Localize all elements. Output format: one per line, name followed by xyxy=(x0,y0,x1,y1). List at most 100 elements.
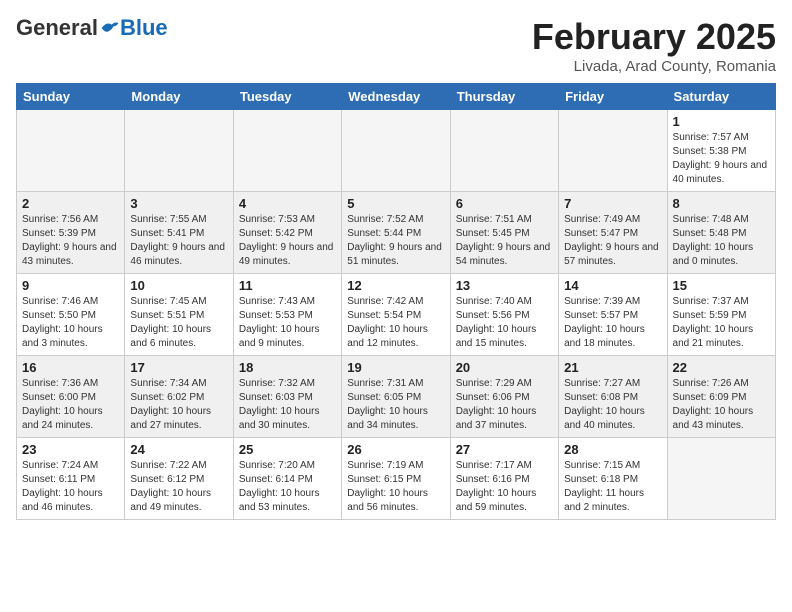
calendar-cell: 13 Sunrise: 7:40 AM Sunset: 5:56 PM Dayli… xyxy=(450,274,558,356)
calendar-cell: 6 Sunrise: 7:51 AM Sunset: 5:45 PM Daylig… xyxy=(450,192,558,274)
calendar-cell: 9 Sunrise: 7:46 AM Sunset: 5:50 PM Daylig… xyxy=(17,274,125,356)
day-info: Sunrise: 7:52 AM Sunset: 5:44 PM Dayligh… xyxy=(347,213,444,269)
day-number: 16 xyxy=(22,360,119,375)
calendar-cell: 23 Sunrise: 7:24 AM Sunset: 6:11 PM Dayli… xyxy=(17,438,125,520)
calendar-week-row: 9 Sunrise: 7:46 AM Sunset: 5:50 PM Daylig… xyxy=(17,274,776,356)
logo-blue-text: Blue xyxy=(120,16,168,40)
day-info: Sunrise: 7:53 AM Sunset: 5:42 PM Dayligh… xyxy=(239,213,336,269)
calendar-cell: 21 Sunrise: 7:27 AM Sunset: 6:08 PM Dayli… xyxy=(559,356,667,438)
title-block: February 2025 Livada, Arad County, Roman… xyxy=(532,16,776,75)
day-info: Sunrise: 7:29 AM Sunset: 6:06 PM Dayligh… xyxy=(456,377,553,433)
calendar-week-row: 23 Sunrise: 7:24 AM Sunset: 6:11 PM Dayli… xyxy=(17,438,776,520)
calendar-cell: 22 Sunrise: 7:26 AM Sunset: 6:09 PM Dayli… xyxy=(667,356,775,438)
day-info: Sunrise: 7:40 AM Sunset: 5:56 PM Dayligh… xyxy=(456,295,553,351)
day-info: Sunrise: 7:26 AM Sunset: 6:09 PM Dayligh… xyxy=(673,377,770,433)
day-number: 3 xyxy=(130,196,227,211)
calendar-cell xyxy=(17,110,125,192)
day-number: 21 xyxy=(564,360,661,375)
calendar-cell: 24 Sunrise: 7:22 AM Sunset: 6:12 PM Dayli… xyxy=(125,438,233,520)
day-number: 17 xyxy=(130,360,227,375)
day-info: Sunrise: 7:56 AM Sunset: 5:39 PM Dayligh… xyxy=(22,213,119,269)
day-number: 1 xyxy=(673,114,770,129)
weekday-header-thursday: Thursday xyxy=(450,84,558,110)
calendar-cell: 10Sunrise: 7:45 AM Sunset: 5:51 PM Dayli… xyxy=(125,274,233,356)
day-number: 9 xyxy=(22,278,119,293)
calendar-week-row: 1 Sunrise: 7:57 AM Sunset: 5:38 PM Daylig… xyxy=(17,110,776,192)
day-info: Sunrise: 7:49 AM Sunset: 5:47 PM Dayligh… xyxy=(564,213,661,269)
day-number: 6 xyxy=(456,196,553,211)
calendar-cell: 5Sunrise: 7:52 AM Sunset: 5:44 PM Daylig… xyxy=(342,192,450,274)
day-info: Sunrise: 7:32 AM Sunset: 6:03 PM Dayligh… xyxy=(239,377,336,433)
calendar-cell: 11 Sunrise: 7:43 AM Sunset: 5:53 PM Dayli… xyxy=(233,274,341,356)
page-header: General Blue February 2025 Livada, Arad … xyxy=(16,16,776,75)
calendar-cell: 2 Sunrise: 7:56 AM Sunset: 5:39 PM Daylig… xyxy=(17,192,125,274)
day-number: 4 xyxy=(239,196,336,211)
calendar-cell xyxy=(559,110,667,192)
location-subtitle: Livada, Arad County, Romania xyxy=(532,58,776,75)
calendar-cell: 25 Sunrise: 7:20 AM Sunset: 6:14 PM Dayli… xyxy=(233,438,341,520)
day-number: 2 xyxy=(22,196,119,211)
weekday-header-friday: Friday xyxy=(559,84,667,110)
calendar-cell: 28 Sunrise: 7:15 AM Sunset: 6:18 PM Dayli… xyxy=(559,438,667,520)
day-info: Sunrise: 7:24 AM Sunset: 6:11 PM Dayligh… xyxy=(22,459,119,515)
day-number: 25 xyxy=(239,442,336,457)
calendar-cell xyxy=(233,110,341,192)
day-info: Sunrise: 7:57 AM Sunset: 5:38 PM Dayligh… xyxy=(673,131,770,187)
day-number: 14 xyxy=(564,278,661,293)
day-info: Sunrise: 7:43 AM Sunset: 5:53 PM Dayligh… xyxy=(239,295,336,351)
calendar-cell: 27Sunrise: 7:17 AM Sunset: 6:16 PM Dayli… xyxy=(450,438,558,520)
day-info: Sunrise: 7:34 AM Sunset: 6:02 PM Dayligh… xyxy=(130,377,227,433)
day-info: Sunrise: 7:15 AM Sunset: 6:18 PM Dayligh… xyxy=(564,459,661,515)
day-info: Sunrise: 7:39 AM Sunset: 5:57 PM Dayligh… xyxy=(564,295,661,351)
day-number: 7 xyxy=(564,196,661,211)
logo-bird-icon xyxy=(100,19,120,37)
day-number: 18 xyxy=(239,360,336,375)
day-number: 28 xyxy=(564,442,661,457)
calendar-table: SundayMondayTuesdayWednesdayThursdayFrid… xyxy=(16,83,776,520)
calendar-cell xyxy=(667,438,775,520)
weekday-header-tuesday: Tuesday xyxy=(233,84,341,110)
calendar-cell: 1 Sunrise: 7:57 AM Sunset: 5:38 PM Daylig… xyxy=(667,110,775,192)
day-number: 20 xyxy=(456,360,553,375)
day-info: Sunrise: 7:45 AM Sunset: 5:51 PM Dayligh… xyxy=(130,295,227,351)
day-info: Sunrise: 7:42 AM Sunset: 5:54 PM Dayligh… xyxy=(347,295,444,351)
calendar-cell xyxy=(125,110,233,192)
day-number: 22 xyxy=(673,360,770,375)
day-info: Sunrise: 7:46 AM Sunset: 5:50 PM Dayligh… xyxy=(22,295,119,351)
weekday-header-monday: Monday xyxy=(125,84,233,110)
day-info: Sunrise: 7:55 AM Sunset: 5:41 PM Dayligh… xyxy=(130,213,227,269)
day-number: 11 xyxy=(239,278,336,293)
calendar-cell: 17 Sunrise: 7:34 AM Sunset: 6:02 PM Dayli… xyxy=(125,356,233,438)
weekday-header-row: SundayMondayTuesdayWednesdayThursdayFrid… xyxy=(17,84,776,110)
calendar-cell xyxy=(450,110,558,192)
day-info: Sunrise: 7:31 AM Sunset: 6:05 PM Dayligh… xyxy=(347,377,444,433)
calendar-cell: 12 Sunrise: 7:42 AM Sunset: 5:54 PM Dayli… xyxy=(342,274,450,356)
calendar-cell: 20 Sunrise: 7:29 AM Sunset: 6:06 PM Dayli… xyxy=(450,356,558,438)
calendar-cell xyxy=(342,110,450,192)
calendar-cell: 15Sunrise: 7:37 AM Sunset: 5:59 PM Dayli… xyxy=(667,274,775,356)
day-number: 13 xyxy=(456,278,553,293)
month-title: February 2025 xyxy=(532,16,776,58)
logo-general-text: General xyxy=(16,16,98,40)
calendar-cell: 14 Sunrise: 7:39 AM Sunset: 5:57 PM Dayli… xyxy=(559,274,667,356)
day-info: Sunrise: 7:17 AM Sunset: 6:16 PM Dayligh… xyxy=(456,459,553,515)
day-info: Sunrise: 7:51 AM Sunset: 5:45 PM Dayligh… xyxy=(456,213,553,269)
day-info: Sunrise: 7:20 AM Sunset: 6:14 PM Dayligh… xyxy=(239,459,336,515)
day-number: 15 xyxy=(673,278,770,293)
logo: General Blue xyxy=(16,16,168,40)
day-info: Sunrise: 7:22 AM Sunset: 6:12 PM Dayligh… xyxy=(130,459,227,515)
weekday-header-saturday: Saturday xyxy=(667,84,775,110)
calendar-cell: 16Sunrise: 7:36 AM Sunset: 6:00 PM Dayli… xyxy=(17,356,125,438)
calendar-cell: 7 Sunrise: 7:49 AM Sunset: 5:47 PM Daylig… xyxy=(559,192,667,274)
calendar-cell: 4 Sunrise: 7:53 AM Sunset: 5:42 PM Daylig… xyxy=(233,192,341,274)
day-number: 19 xyxy=(347,360,444,375)
calendar-cell: 3 Sunrise: 7:55 AM Sunset: 5:41 PM Daylig… xyxy=(125,192,233,274)
day-info: Sunrise: 7:27 AM Sunset: 6:08 PM Dayligh… xyxy=(564,377,661,433)
calendar-cell: 18 Sunrise: 7:32 AM Sunset: 6:03 PM Dayli… xyxy=(233,356,341,438)
day-number: 23 xyxy=(22,442,119,457)
day-number: 12 xyxy=(347,278,444,293)
day-number: 24 xyxy=(130,442,227,457)
calendar-week-row: 16Sunrise: 7:36 AM Sunset: 6:00 PM Dayli… xyxy=(17,356,776,438)
calendar-cell: 8Sunrise: 7:48 AM Sunset: 5:48 PM Daylig… xyxy=(667,192,775,274)
day-number: 26 xyxy=(347,442,444,457)
